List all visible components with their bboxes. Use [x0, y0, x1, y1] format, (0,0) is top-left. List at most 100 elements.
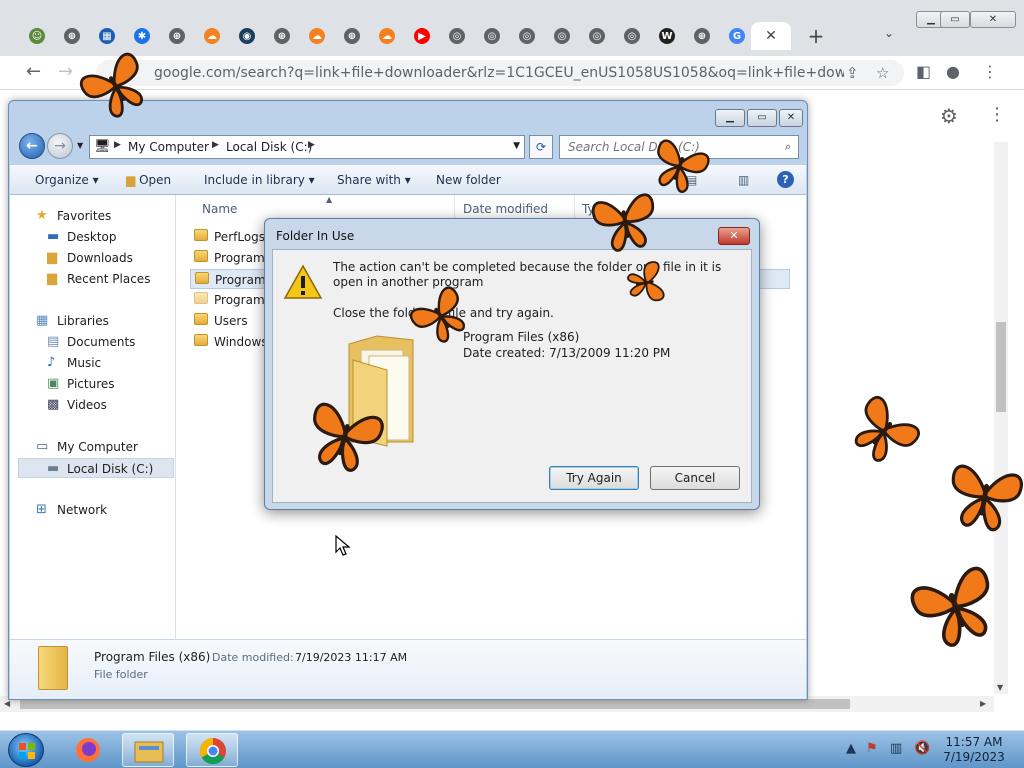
chrome-tab[interactable]: ◎	[615, 22, 649, 50]
chrome-tab[interactable]: ⊕	[265, 22, 299, 50]
chrome-tab[interactable]: ◉	[230, 22, 264, 50]
cancel-button[interactable]: Cancel	[650, 466, 740, 490]
include-in-library-button[interactable]: Include in library ▾	[204, 173, 315, 187]
recent-pages-chevron-icon[interactable]: ▼	[77, 141, 83, 150]
explorer-maximize-button[interactable]: ▭	[747, 109, 777, 127]
url-text[interactable]: google.com/search?q=link+file+downloader…	[154, 65, 844, 81]
chrome-tab[interactable]: ☁	[195, 22, 229, 50]
gear-icon[interactable]: ⚙	[940, 104, 958, 128]
back-arrow-icon[interactable]: ←	[26, 61, 41, 82]
chrome-tab[interactable]: ☁	[370, 22, 404, 50]
search-icon[interactable]: ⌕	[785, 140, 791, 154]
new-folder-button[interactable]: New folder	[436, 173, 501, 187]
list-item-label: Program	[215, 273, 266, 287]
address-dropdown-icon[interactable]: ▼	[513, 141, 520, 151]
nav-desktop[interactable]: ▬ Desktop	[10, 227, 174, 247]
chrome-tab[interactable]: ◎	[580, 22, 614, 50]
scroll-left-arrow-icon[interactable]: ◀	[4, 699, 10, 708]
column-divider[interactable]	[574, 195, 575, 219]
chrome-maximize-button[interactable]: ▭	[940, 11, 970, 28]
documents-icon: ▤	[47, 334, 60, 349]
chrome-tab[interactable]: G	[720, 22, 754, 50]
explorer-close-button[interactable]: ✕	[779, 109, 803, 127]
globe-icon: ⊕	[169, 28, 185, 44]
address-bar[interactable]: google.com/search?q=link+file+downloader…	[96, 60, 904, 86]
bookmark-star-icon[interactable]: ☆	[876, 64, 889, 82]
open-button[interactable]: ▆ Open	[126, 173, 171, 187]
nav-pictures[interactable]: ▣ Pictures	[10, 374, 174, 394]
horizontal-scroll-thumb[interactable]	[20, 699, 850, 709]
scroll-right-arrow-icon[interactable]: ▶	[980, 699, 986, 708]
breadcrumb-separator-icon[interactable]: ▶	[114, 140, 121, 150]
volume-muted-icon[interactable]: 🔇	[914, 741, 930, 756]
dialog-folder-name: Program Files (x86)	[463, 330, 580, 344]
chrome-tab[interactable]: ⊕	[335, 22, 369, 50]
nav-documents[interactable]: ▤ Documents	[10, 332, 174, 352]
action-center-icon[interactable]: ⚑	[866, 741, 878, 756]
dialog-close-button[interactable]: ✕	[718, 227, 750, 245]
network-status-icon[interactable]: ▥	[890, 741, 902, 756]
chrome-tab[interactable]: ◎	[475, 22, 509, 50]
chrome-tab[interactable]: ◎	[545, 22, 579, 50]
close-tab-icon[interactable]: ✕	[765, 28, 777, 44]
start-button[interactable]	[8, 733, 44, 767]
back-arrow-icon[interactable]: ←	[19, 133, 45, 159]
pictures-icon: ▣	[47, 376, 60, 391]
help-icon[interactable]: ?	[777, 171, 794, 188]
profile-avatar-icon[interactable]: ●	[946, 62, 960, 81]
nav-libraries[interactable]: ▦ Libraries	[10, 311, 174, 331]
chrome-tab[interactable]: ◎	[510, 22, 544, 50]
chrome-tab[interactable]: W	[650, 22, 684, 50]
taskbar-firefox[interactable]	[62, 733, 114, 767]
breadcrumb-separator-icon[interactable]: ▶	[212, 140, 219, 150]
forward-arrow-icon[interactable]: →	[47, 133, 73, 159]
vertical-scroll-thumb[interactable]	[996, 322, 1006, 412]
try-again-button[interactable]: Try Again	[549, 466, 639, 490]
nav-label: My Computer	[57, 440, 138, 454]
share-with-button[interactable]: Share with ▾	[337, 173, 411, 187]
side-panel-icon[interactable]: ◧	[916, 62, 931, 81]
nav-videos[interactable]: ▩ Videos	[10, 395, 174, 415]
breadcrumb-local-disk[interactable]: Local Disk (C:)	[226, 140, 312, 154]
taskbar-explorer[interactable]	[122, 733, 174, 767]
nav-music[interactable]: ♪ Music	[10, 353, 174, 373]
refresh-icon[interactable]: ⟳	[529, 135, 553, 159]
scroll-down-arrow-icon[interactable]: ▼	[997, 683, 1003, 692]
new-tab-button[interactable]: +	[806, 26, 826, 46]
chrome-tab-active[interactable]: ✕	[751, 22, 791, 50]
chrome-tab[interactable]: ▶	[405, 22, 439, 50]
show-hidden-icons-icon[interactable]: ▲	[846, 741, 856, 756]
chrome-tab[interactable]: ◎	[440, 22, 474, 50]
chrome-tab[interactable]: ☺	[20, 22, 54, 50]
chrome-tab[interactable]: ⊕	[55, 22, 89, 50]
chrome-tab[interactable]: ⊕	[685, 22, 719, 50]
column-header-name[interactable]: Name	[202, 202, 237, 216]
chrome-menu-icon[interactable]: ⋮	[982, 62, 998, 81]
more-vert-icon[interactable]: ⋮	[988, 104, 1006, 125]
nav-local-disk[interactable]: ▬ Local Disk (C:)	[18, 458, 174, 478]
details-modified-value: 7/19/2023 11:17 AM	[295, 651, 408, 664]
breadcrumb-separator-icon[interactable]: ▶	[308, 140, 315, 150]
nav-favorites[interactable]: ★ Favorites	[10, 206, 174, 226]
column-header-date[interactable]: Date modified	[463, 202, 548, 216]
taskbar-chrome[interactable]	[186, 733, 238, 767]
clock-date[interactable]: 7/19/2023	[934, 750, 1014, 764]
nav-network[interactable]: ⊞ Network	[10, 500, 174, 520]
breadcrumb-my-computer[interactable]: My Computer	[128, 140, 209, 154]
nav-label: Libraries	[57, 314, 109, 328]
share-icon[interactable]: ⇪	[846, 64, 859, 82]
nav-downloads[interactable]: ▆ Downloads	[10, 248, 174, 268]
nav-my-computer[interactable]: ▭ My Computer	[10, 437, 174, 457]
explorer-minimize-button[interactable]: ▁	[715, 109, 745, 127]
chrome-close-button[interactable]: ✕	[970, 11, 1016, 28]
videos-icon: ▩	[47, 397, 60, 412]
clock-time[interactable]: 11:57 AM	[934, 735, 1014, 749]
organize-button[interactable]: Organize ▾	[35, 173, 99, 187]
breadcrumb[interactable]: 🖥 ▶ My Computer ▶ Local Disk (C:) ▶ ▼	[89, 135, 525, 159]
tab-search-chevron-icon[interactable]: ⌄	[884, 26, 894, 40]
chrome-tab[interactable]: ☁	[300, 22, 334, 50]
nav-recent-places[interactable]: ▆ Recent Places	[10, 269, 174, 289]
column-divider[interactable]	[454, 195, 455, 219]
preview-pane-icon[interactable]: ▥	[738, 173, 749, 187]
chrome-tab[interactable]: ⊕	[160, 22, 194, 50]
